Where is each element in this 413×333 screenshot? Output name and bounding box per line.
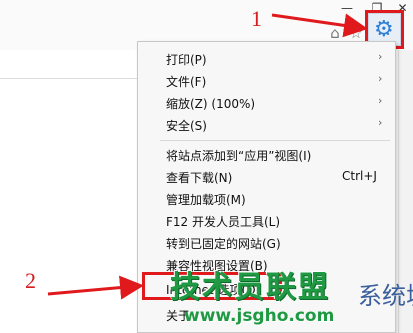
watermark-tail: 系统城	[358, 282, 413, 310]
callout-number-1: 1	[251, 6, 262, 31]
watermark-logo: 技术员联盟	[170, 270, 330, 305]
watermark: 技术员联盟 www.jsgho.com 系统城	[170, 262, 413, 333]
arrow-to-internet-options	[47, 275, 144, 300]
arrow-to-gear	[271, 13, 368, 38]
callout-number-2: 2	[25, 268, 36, 293]
watermark-url: www.jsgho.com	[184, 306, 335, 326]
